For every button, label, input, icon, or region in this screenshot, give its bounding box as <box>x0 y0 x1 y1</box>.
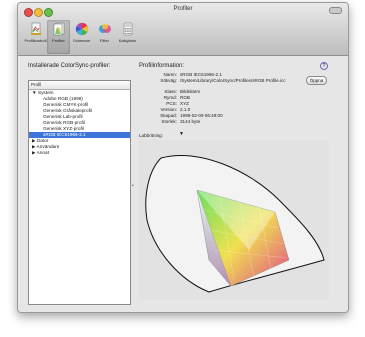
field-value-version: 2.1.0 <box>180 107 191 112</box>
toolbar-toggle-button[interactable] <box>329 7 342 14</box>
profiles-icon <box>52 22 66 36</box>
disclosure-closed-icon[interactable]: ▶ <box>32 150 36 155</box>
lab-gamut-plot[interactable] <box>139 140 329 300</box>
field-label-path: Sökväg: <box>160 78 177 83</box>
field-value-class: Bildskärm <box>180 89 201 94</box>
gamut-graphic <box>145 155 325 293</box>
disclosure-closed-icon[interactable]: ▶ <box>32 144 36 149</box>
field-value-space: RGB <box>180 95 190 100</box>
field-value-name: sRGB IEC61966-2.1 <box>180 72 222 77</box>
toolbar-item-profiler[interactable]: Profiler <box>47 20 70 54</box>
toolbar-item-kalkylator[interactable]: Kalkylator <box>116 20 139 54</box>
field-label-class: Klass: <box>164 89 177 94</box>
toolbar-item-profilkontroll[interactable]: Profilkontroll <box>24 20 47 54</box>
toolbar-label: Kalkylator <box>118 38 137 43</box>
group-annat[interactable]: ▶ Annat <box>29 150 130 156</box>
toolbar: Profilkontroll Profiler Scheman Filter K… <box>24 20 139 54</box>
disclosure-closed-icon[interactable]: ▶ <box>32 138 36 143</box>
installed-profiles-heading: Installerade ColorSync-profiler: <box>28 63 111 69</box>
group-label: Dator <box>36 138 49 143</box>
profile-info-heading: Profilinformation: <box>139 63 185 69</box>
profiler-window: Profiler Profilkontroll Profiler Scheman… <box>17 2 349 313</box>
field-label-space: Rymd: <box>163 95 177 100</box>
field-value-path: /System/Library/ColorSync/Profiles/sRGB … <box>180 78 286 83</box>
field-value-created: 1998-02-09 06:49:00 <box>180 113 223 118</box>
toolbar-item-filter[interactable]: Filter <box>93 20 116 54</box>
field-value-size: 3144 byte <box>180 119 201 124</box>
lab-plot-label: Labbritning: <box>139 133 164 138</box>
calculator-icon <box>121 22 135 36</box>
field-label-version: Version: <box>160 107 177 112</box>
split-view-handle[interactable]: • <box>132 183 134 189</box>
group-label: Användare <box>36 144 60 149</box>
group-label: Annat <box>36 150 49 155</box>
lab-plot-menu-arrow-icon[interactable]: ▼ <box>179 131 184 137</box>
disclosure-open-icon[interactable]: ▼ <box>32 90 37 95</box>
open-button[interactable]: Öppna <box>306 76 327 85</box>
window-title: Profiler <box>173 6 193 12</box>
toolbar-item-scheman[interactable]: Scheman <box>70 20 93 54</box>
field-label-name: Namn: <box>163 72 177 77</box>
field-label-size: Storlek: <box>161 119 177 124</box>
field-value-pcs: XYZ <box>180 101 189 106</box>
column-header-profil[interactable]: Profil <box>29 81 130 90</box>
field-label-created: Skapad: <box>160 113 177 118</box>
filter-icon <box>98 22 112 36</box>
profile-list[interactable]: Profil ▼ System Adobe RGB (1998) Generis… <box>28 80 131 305</box>
profile-check-icon <box>29 22 43 36</box>
schemes-icon <box>75 22 89 36</box>
field-label-pcs: PCS: <box>166 101 177 106</box>
group-label: System <box>37 90 54 95</box>
titlebar: Profiler Profilkontroll Profiler Scheman… <box>18 3 348 56</box>
help-icon[interactable]: ? <box>320 62 328 70</box>
